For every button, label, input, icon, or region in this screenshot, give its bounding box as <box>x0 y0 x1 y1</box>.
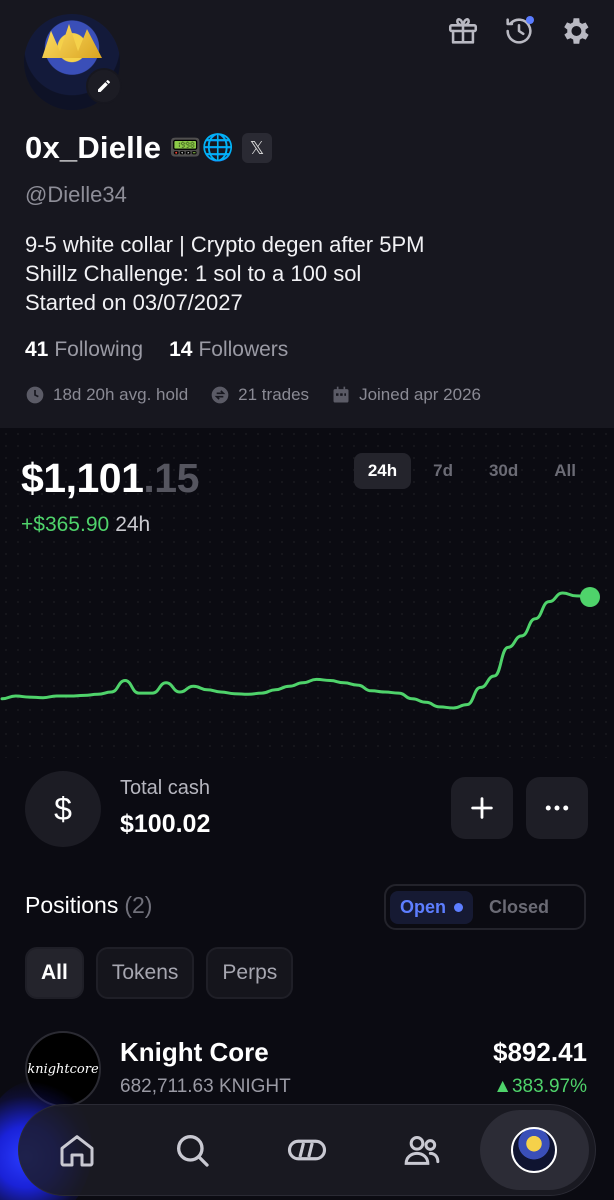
following-link[interactable]: 41 Following <box>25 338 143 362</box>
more-options-button[interactable] <box>526 777 588 839</box>
avg-hold-stat: 18d 20h avg. hold <box>53 385 189 404</box>
x-link-icon[interactable]: 𝕏 <box>241 133 272 163</box>
nav-profile[interactable] <box>479 1110 589 1190</box>
nav-search[interactable] <box>134 1104 249 1196</box>
range-30d[interactable]: 30d <box>475 453 532 489</box>
open-dot <box>454 902 464 912</box>
chart-endpoint <box>580 587 600 608</box>
edit-avatar-button[interactable] <box>86 68 122 104</box>
following-label: Following <box>54 338 144 361</box>
token-value: $892.41 <box>493 1037 587 1067</box>
home-icon <box>60 1135 94 1167</box>
change-value: +$365.90 <box>21 513 110 536</box>
token-name[interactable]: Knight Core <box>120 1037 269 1068</box>
nav-social[interactable] <box>365 1104 480 1196</box>
chart-line <box>0 591 592 710</box>
total-cash-value: $100.02 <box>120 810 211 838</box>
balance-main: $1,101 <box>21 455 144 501</box>
trade-icon <box>287 1139 327 1161</box>
bottom-nav <box>18 1104 596 1196</box>
positions-label: Positions <box>25 892 119 918</box>
filter-all[interactable]: All <box>25 947 84 999</box>
filter-perps[interactable]: Perps <box>206 947 294 999</box>
history-icon[interactable] <box>502 14 536 48</box>
following-count: 41 <box>25 338 49 361</box>
search-icon <box>176 1135 209 1167</box>
range-7d[interactable]: 7d <box>419 453 467 489</box>
filter-tokens[interactable]: Tokens <box>95 947 195 999</box>
settings-icon[interactable] <box>558 14 592 48</box>
open-closed-toggle: Open Closed <box>384 884 586 930</box>
toggle-open[interactable]: Open <box>390 890 474 924</box>
swap-icon <box>211 386 229 404</box>
plus-icon <box>471 797 493 819</box>
gift-icon[interactable] <box>446 14 480 48</box>
portfolio-balance: $1,101.15 <box>21 455 199 502</box>
balance-change: +$365.90 24h <box>21 513 150 537</box>
range-selector: 24h 7d 30d All <box>353 453 590 489</box>
pencil-icon <box>98 80 110 92</box>
more-icon <box>545 805 569 811</box>
joined-stat: Joined apr 2026 <box>359 385 481 404</box>
range-24h[interactable]: 24h <box>353 453 412 489</box>
profile-bio: 9-5 white collar | Crypto degen after 5P… <box>25 232 425 315</box>
nav-home[interactable] <box>19 1104 134 1196</box>
followers-count: 14 <box>169 338 193 361</box>
notification-dot <box>526 16 534 24</box>
toggle-open-label: Open <box>400 896 447 917</box>
users-icon <box>404 1136 440 1165</box>
token-change: ▲383.97% <box>493 1076 587 1097</box>
clock-icon <box>26 386 44 404</box>
range-all[interactable]: All <box>540 453 590 489</box>
profile-handle: @Dielle34 <box>25 182 127 207</box>
nav-trade[interactable] <box>249 1104 364 1196</box>
profile-name: 0x_Dielle <box>25 130 162 165</box>
add-cash-button[interactable] <box>451 777 513 839</box>
name-emojis: 📟🌐 <box>169 133 234 163</box>
calendar-icon <box>333 386 349 403</box>
dollar-icon: $ <box>25 771 101 847</box>
followers-link[interactable]: 14 Followers <box>169 338 288 362</box>
toggle-closed[interactable]: Closed <box>489 897 549 918</box>
total-cash-label: Total cash <box>120 777 211 799</box>
profile-avatar <box>511 1127 558 1173</box>
balance-cents: .15 <box>143 455 199 501</box>
token-amount: 682,711.63 KNIGHT <box>120 1076 291 1097</box>
positions-count: (2) <box>124 892 153 918</box>
followers-label: Followers <box>198 338 289 361</box>
positions-title: Positions (2) <box>25 892 152 919</box>
trades-stat: 21 trades <box>238 385 310 404</box>
change-period: 24h <box>115 513 151 536</box>
